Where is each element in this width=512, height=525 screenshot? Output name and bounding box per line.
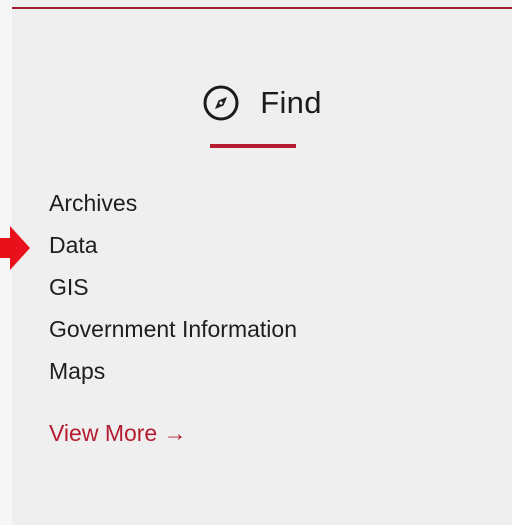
card-title: Find <box>260 85 322 120</box>
find-card: Find Archives Data GIS Government Inform… <box>12 0 512 525</box>
link-list: Archives Data GIS Government Information… <box>49 186 297 396</box>
card-header: Find <box>12 78 512 128</box>
top-divider <box>12 0 512 9</box>
link-government-information[interactable]: Government Information <box>49 312 297 354</box>
title-underline <box>210 144 296 148</box>
link-archives[interactable]: Archives <box>49 186 297 228</box>
compass-icon <box>203 85 239 121</box>
link-gis[interactable]: GIS <box>49 270 297 312</box>
view-more-link[interactable]: View More → <box>49 416 187 450</box>
link-data[interactable]: Data <box>49 228 297 270</box>
red-arrow-pointer <box>0 226 30 270</box>
link-maps[interactable]: Maps <box>49 354 297 396</box>
